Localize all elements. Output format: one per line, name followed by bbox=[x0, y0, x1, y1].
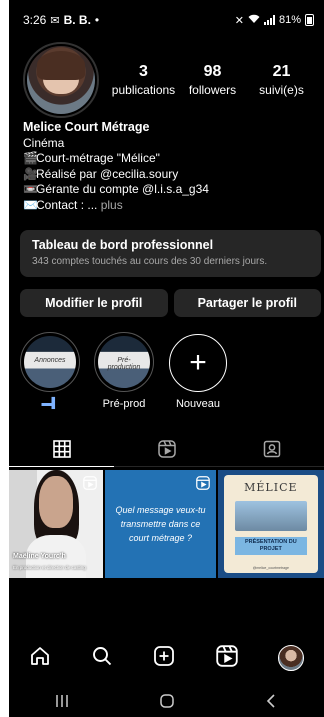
nav-search[interactable] bbox=[91, 645, 113, 672]
bio-line: 🎥Réalisé par @cecilia.soury bbox=[23, 167, 316, 183]
stat-following[interactable]: 21 suivi(e)s bbox=[247, 63, 315, 97]
create-icon bbox=[154, 645, 175, 666]
plus-icon: + bbox=[169, 334, 227, 392]
system-navigation bbox=[9, 684, 324, 717]
share-profile-button[interactable]: Partager le profil bbox=[173, 289, 321, 317]
story-highlights: Annonces ▬▌ Pré-production Pré-prod + No… bbox=[20, 332, 228, 410]
highlight-annonces[interactable]: Annonces ▬▌ bbox=[20, 332, 80, 410]
stat-label: publications bbox=[111, 83, 176, 97]
post-title: PRÉSENTATION DU PROJET bbox=[234, 537, 307, 555]
highlight-label: ▬▌ bbox=[41, 398, 59, 409]
bio-text: Contact : ... bbox=[36, 197, 98, 212]
reel-badge-icon bbox=[83, 476, 98, 490]
mail-icon: ✉ bbox=[50, 14, 60, 27]
profile-tabs bbox=[9, 431, 324, 467]
signal-icon bbox=[263, 15, 275, 25]
clapper-icon: 🎬 bbox=[23, 151, 38, 165]
reels-icon bbox=[157, 439, 176, 458]
highlight-image: Pré-production bbox=[98, 336, 150, 388]
post-thumbnail[interactable]: Quel message veux-tu transmettre dans ce… bbox=[105, 470, 216, 578]
film-icon: 📼 bbox=[23, 182, 38, 196]
highlight-ring: Pré-production bbox=[94, 332, 154, 392]
professional-dashboard[interactable]: Tableau de bord professionnel 343 compte… bbox=[20, 230, 321, 277]
post-photo bbox=[234, 501, 307, 531]
highlight-image-text: Annonces bbox=[34, 356, 66, 364]
home-button-icon[interactable] bbox=[159, 693, 175, 709]
dot-icon: • bbox=[94, 13, 100, 27]
post-thumbnail[interactable]: MÉLICE PRÉSENTATION DU PROJET @melice_co… bbox=[217, 470, 324, 578]
bottom-navigation bbox=[9, 636, 324, 680]
tab-reels[interactable] bbox=[114, 431, 219, 467]
profile-bio: Melice Court Métrage Cinéma 🎬Court-métra… bbox=[23, 120, 316, 213]
highlight-ring: Annonces bbox=[20, 332, 80, 392]
nav-reels[interactable] bbox=[215, 644, 238, 672]
reels-icon bbox=[215, 644, 238, 667]
stat-number: 98 bbox=[203, 63, 222, 80]
highlight-label: Nouveau bbox=[175, 398, 221, 410]
carrier-icons: B. B. bbox=[63, 13, 91, 27]
instagram-profile-screen: 3:26 ✉ B. B. • ✕ 81% 3 publications 98 f… bbox=[9, 0, 324, 717]
bio-text: Gérante du compte @l.i.s.a_g34 bbox=[36, 182, 209, 196]
nav-create[interactable] bbox=[153, 645, 175, 672]
stat-followers[interactable]: 98 followers bbox=[178, 63, 246, 97]
wifi-icon bbox=[248, 14, 260, 27]
battery-percent: 81% bbox=[278, 14, 301, 26]
post-footer: @melice_courtmetrage bbox=[252, 566, 289, 570]
profile-category: Cinéma bbox=[23, 135, 65, 150]
profile-name: Melice Court Métrage bbox=[23, 120, 150, 134]
edit-profile-button[interactable]: Modifier le profil bbox=[20, 289, 168, 317]
post-caption-name: Maëline Yourc'h bbox=[13, 553, 66, 560]
envelope-icon: ✉️ bbox=[23, 197, 38, 212]
tagged-icon bbox=[263, 440, 280, 457]
post-card: MÉLICE PRÉSENTATION DU PROJET @melice_co… bbox=[223, 475, 318, 573]
bio-text: Réalisé par @cecilia.soury bbox=[36, 166, 179, 181]
status-bar: 3:26 ✉ B. B. • ✕ 81% bbox=[9, 0, 324, 40]
post-image-face bbox=[39, 476, 74, 529]
highlight-preprod[interactable]: Pré-production Pré-prod bbox=[94, 332, 154, 410]
avatar-image bbox=[27, 46, 95, 114]
profile-avatar[interactable] bbox=[23, 42, 99, 118]
grid-icon bbox=[52, 439, 71, 458]
nav-home[interactable] bbox=[29, 645, 51, 672]
dashboard-title: Tableau de bord professionnel bbox=[32, 238, 214, 252]
bio-line: 🎬Court-métrage "Mélice" bbox=[23, 151, 316, 167]
post-thumbnail[interactable]: Maëline Yourc'h En production et directi… bbox=[9, 470, 104, 578]
post-logo: MÉLICE bbox=[244, 481, 298, 494]
status-time: 3:26 bbox=[23, 13, 47, 27]
profile-actions: Modifier le profil Partager le profil bbox=[20, 289, 321, 317]
profile-header: 3 publications 98 followers 21 suivi(e)s bbox=[23, 42, 316, 118]
posts-grid: Maëline Yourc'h En production et directi… bbox=[9, 470, 324, 578]
bio-line: ✉️Contact : ... plus bbox=[23, 198, 316, 214]
back-icon[interactable] bbox=[264, 693, 280, 709]
bio-line: 📼Gérante du compte @l.i.s.a_g34 bbox=[23, 182, 316, 198]
bio-text: Court-métrage "Mélice" bbox=[36, 151, 160, 165]
profile-avatar-icon bbox=[277, 645, 304, 671]
highlight-image: Annonces bbox=[24, 336, 76, 388]
stat-label: suivi(e)s bbox=[259, 83, 304, 97]
highlight-new[interactable]: + Nouveau bbox=[168, 332, 228, 410]
profile-stats: 3 publications 98 followers 21 suivi(e)s bbox=[109, 63, 316, 97]
recent-apps-icon[interactable] bbox=[54, 694, 70, 708]
highlight-image-text: Pré-production bbox=[107, 356, 141, 371]
stat-label: followers bbox=[188, 83, 237, 97]
post-text: Quel message veux-tu transmettre dans ce… bbox=[115, 505, 206, 543]
battery-icon bbox=[305, 14, 314, 26]
tab-posts[interactable] bbox=[9, 431, 114, 467]
search-icon bbox=[93, 646, 112, 665]
dashboard-subtitle: 343 comptes touchés au cours des 30 dern… bbox=[32, 256, 268, 267]
reel-badge-icon bbox=[195, 476, 210, 490]
stat-publications[interactable]: 3 publications bbox=[109, 63, 177, 97]
camera-icon: 🎥 bbox=[23, 166, 38, 181]
post-caption-role: En production et direction de casting bbox=[13, 565, 86, 570]
stat-number: 21 bbox=[272, 63, 291, 80]
nav-profile[interactable] bbox=[277, 645, 304, 671]
stat-number: 3 bbox=[139, 63, 148, 80]
bio-more-link[interactable]: plus bbox=[101, 198, 123, 212]
highlight-label: Pré-prod bbox=[102, 398, 146, 410]
tab-tagged[interactable] bbox=[219, 431, 324, 467]
home-icon bbox=[31, 646, 49, 665]
mute-icon: ✕ bbox=[234, 14, 244, 27]
